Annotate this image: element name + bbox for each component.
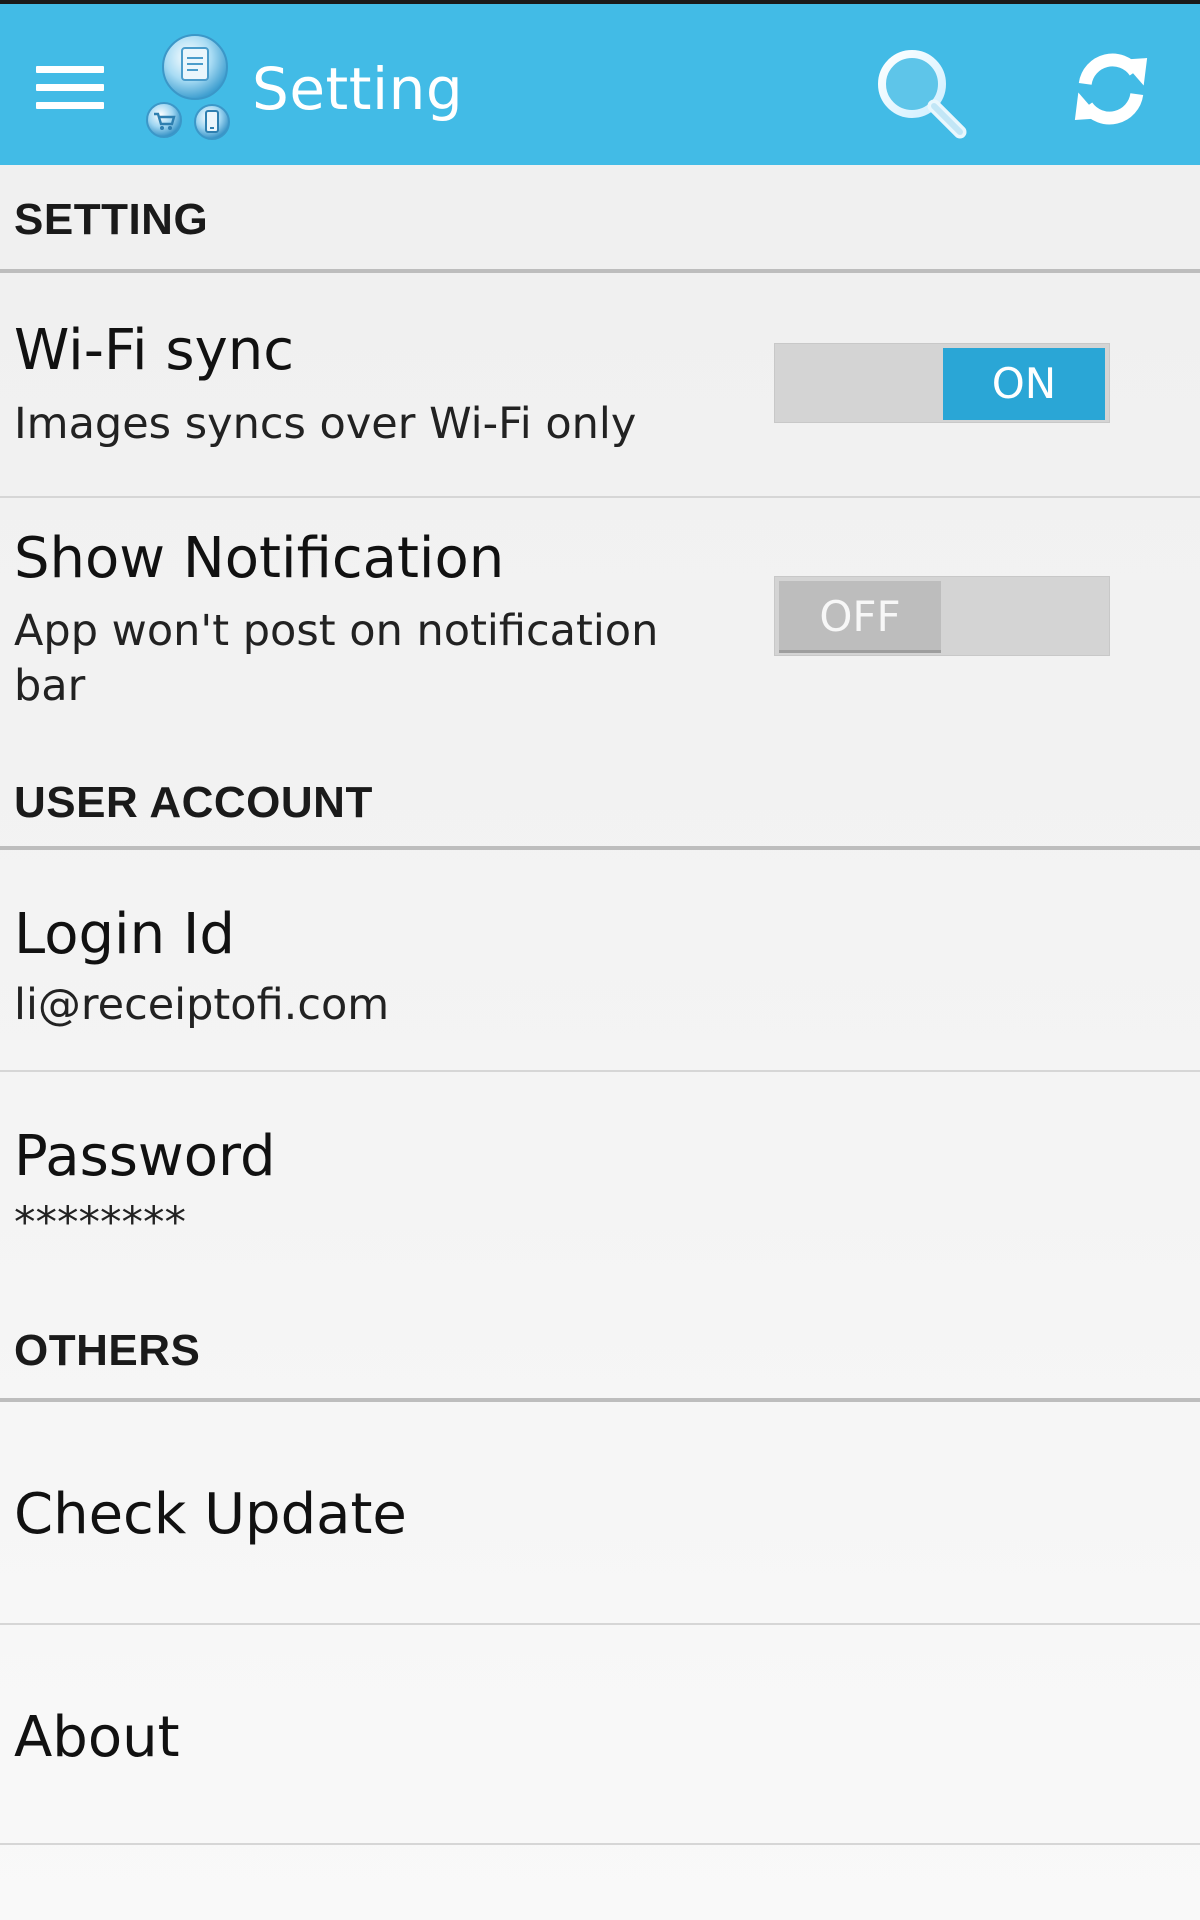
setting-row-wifi-sync[interactable]: Wi-Fi sync Images syncs over Wi-Fi only … <box>0 273 1200 498</box>
setting-summary: App won't post on notification bar <box>14 606 659 711</box>
setting-row-login-id[interactable]: Login Id li@receiptofi.com <box>0 850 1200 1072</box>
setting-summary: Images syncs over Wi-Fi only <box>14 399 637 449</box>
setting-row-password[interactable]: Password ******** <box>0 1072 1200 1312</box>
password-value: ******** <box>14 1198 186 1248</box>
section-label: USER ACCOUNT <box>14 778 373 827</box>
setting-title: Show Notification <box>14 526 505 591</box>
setting-title: Wi-Fi sync <box>14 318 294 383</box>
login-id-value: li@receiptofi.com <box>14 980 390 1030</box>
setting-row-about[interactable]: About <box>0 1625 1200 1845</box>
app-title: Setting <box>252 55 464 123</box>
wifi-sync-toggle[interactable]: ON <box>774 343 1110 423</box>
menu-icon[interactable] <box>36 66 104 110</box>
section-label: OTHERS <box>14 1326 201 1375</box>
setting-row-show-notification[interactable]: Show Notification App won't post on noti… <box>0 498 1200 738</box>
setting-title: About <box>14 1705 180 1770</box>
section-label: SETTING <box>14 195 209 244</box>
settings-screen: Setting SETTING Wi-Fi sync Images syncs … <box>0 0 1200 1920</box>
setting-title: Login Id <box>14 902 235 967</box>
section-header-user-account: USER ACCOUNT <box>0 738 1200 850</box>
setting-row-check-update[interactable]: Check Update <box>0 1402 1200 1625</box>
notification-toggle[interactable]: OFF <box>774 576 1110 656</box>
section-header-setting: SETTING <box>0 165 1200 273</box>
search-icon[interactable] <box>872 44 972 144</box>
toggle-state: ON <box>943 348 1105 420</box>
section-header-others: OTHERS <box>0 1312 1200 1402</box>
toggle-state: OFF <box>779 581 941 653</box>
action-bar: Setting <box>0 0 1200 165</box>
setting-title: Password <box>14 1124 276 1189</box>
app-logo-icon[interactable] <box>142 32 242 142</box>
refresh-icon[interactable] <box>1068 46 1154 132</box>
setting-title: Check Update <box>14 1482 407 1547</box>
